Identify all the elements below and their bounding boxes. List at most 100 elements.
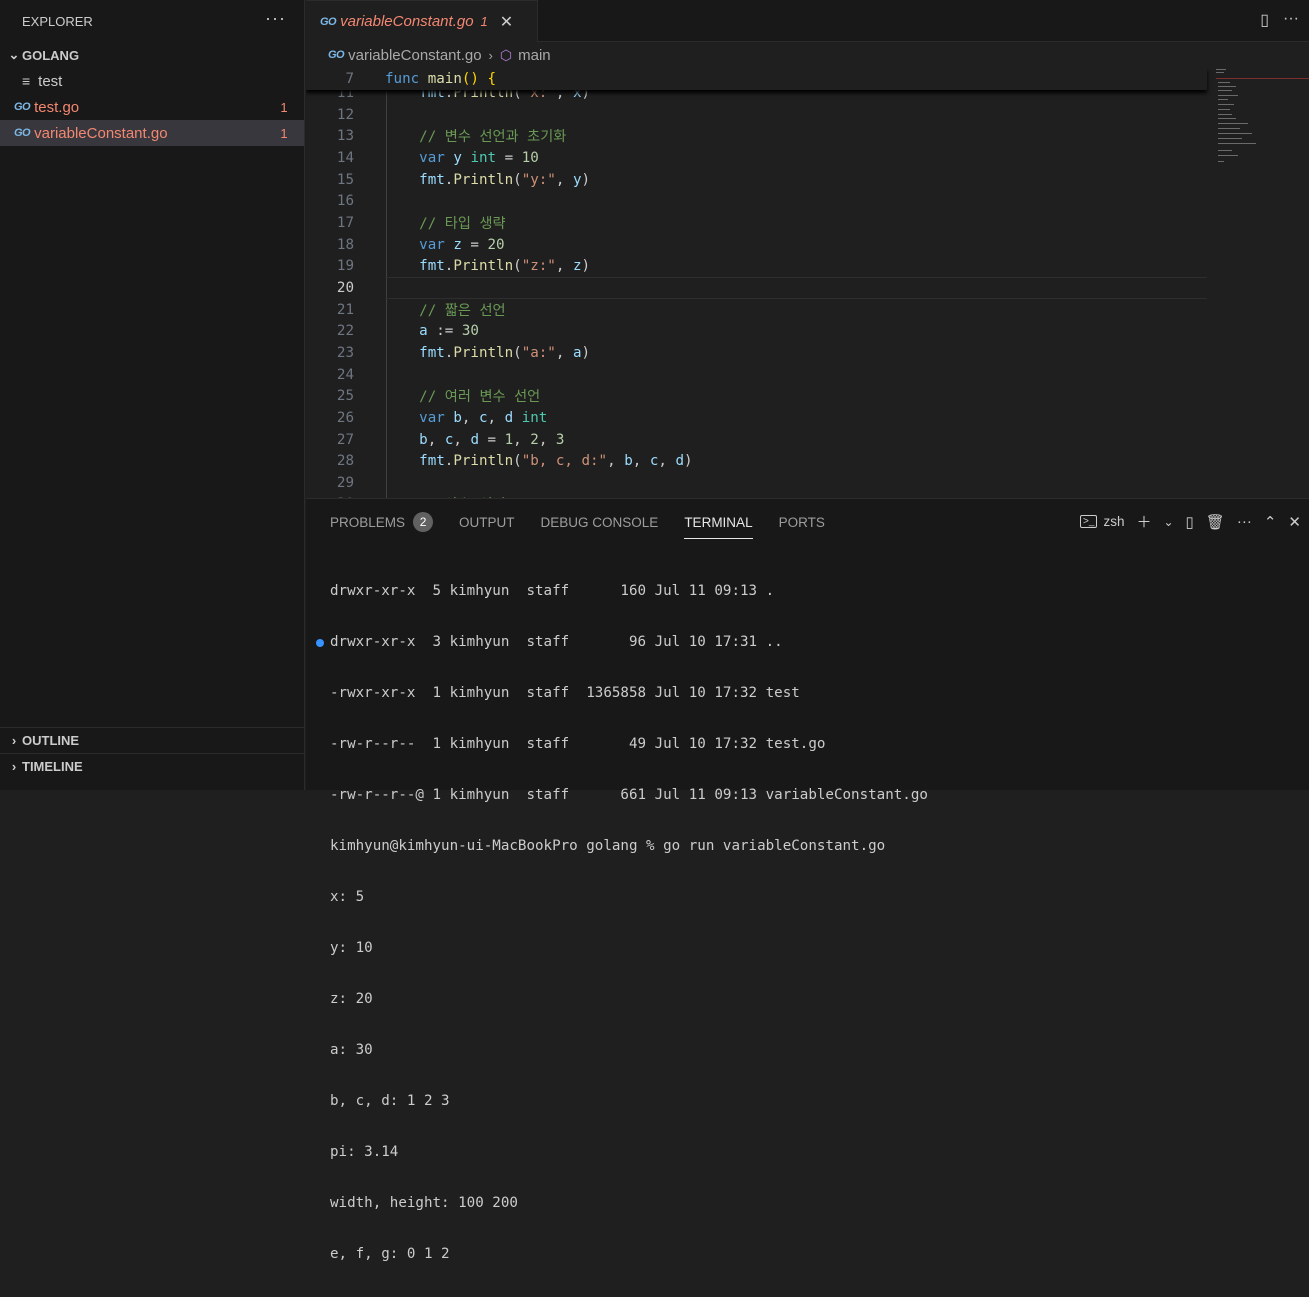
line-number: 19 (336, 257, 354, 274)
tab-output[interactable]: OUTPUT (459, 511, 515, 533)
line-number: 7 (345, 70, 354, 87)
chevron-right-icon: › (11, 759, 17, 774)
line-number: 24 (336, 366, 354, 383)
error-count-badge: 1 (280, 99, 288, 115)
editor-line: 17 // 타입 생략 (306, 212, 1309, 234)
terminal-line: width, height: 100 200 (330, 1195, 518, 1211)
code-line: // 여러 변수 선언 (385, 388, 541, 405)
bottom-panel: PROBLEMS 2 OUTPUT DEBUG CONSOLE TERMINAL… (306, 498, 1309, 1262)
chevron-right-icon: › (11, 733, 17, 748)
go-file-icon: GO (14, 101, 31, 113)
split-editor-icon[interactable]: ▯ (1260, 10, 1269, 30)
file-item-test-go[interactable]: GO test.go 1 (0, 94, 304, 120)
panel-tabs: PROBLEMS 2 OUTPUT DEBUG CONSOLE TERMINAL… (330, 511, 825, 539)
code-line: a := 30 (419, 322, 479, 339)
editor-line: 13 // 변수 선언과 초기화 (306, 125, 1309, 147)
terminal-shell-selector[interactable]: >_ zsh (1080, 514, 1124, 529)
terminal-output[interactable]: drwxr-xr-x 5 kimhyun staff 160 Jul 11 09… (330, 549, 928, 1297)
more-actions-icon[interactable]: ··· (1237, 513, 1252, 530)
editor-tab-bar: GO variableConstant.go 1 ✕ ▯ ··· (306, 0, 1309, 42)
code-line: // 타입 생략 (385, 215, 506, 232)
code-line: fmt.Println("y:", y) (419, 171, 591, 188)
tab-problem-count: 1 (480, 14, 488, 29)
code-line: var z = 20 (419, 236, 505, 253)
trash-icon[interactable]: 🗑 (1206, 513, 1225, 531)
editor-line-current: 20 (306, 277, 1309, 299)
panel-actions: >_ zsh ＋ ⌄ ▯ 🗑 ··· ⌃ ✕ (1080, 511, 1301, 532)
code-line: b, c, d = 1, 2, 3 (419, 431, 565, 448)
terminal-line: x: 5 (330, 889, 365, 905)
tab-ports[interactable]: PORTS (779, 511, 825, 533)
more-actions-icon[interactable]: ··· (265, 8, 286, 29)
more-actions-icon[interactable]: ··· (1283, 10, 1299, 30)
editor-line: 16 (306, 190, 1309, 212)
line-number: 13 (336, 127, 354, 144)
outline-section[interactable]: › OUTLINE (0, 727, 305, 753)
tab-label: variableConstant.go (340, 13, 474, 30)
line-number: 28 (336, 452, 354, 469)
line-number: 25 (336, 387, 354, 404)
timeline-section[interactable]: › TIMELINE (0, 753, 305, 779)
tab-label: PROBLEMS (330, 514, 406, 530)
new-terminal-icon[interactable]: ＋ (1136, 511, 1151, 532)
command-success-dot (316, 639, 324, 647)
editor-line: 23 fmt.Println("a:", a) (306, 342, 1309, 364)
line-number: 17 (336, 214, 354, 231)
line-number: 27 (336, 431, 354, 448)
code-line: fmt.Println("z:", z) (419, 257, 591, 274)
editor-line: 25 // 여러 변수 선언 (306, 385, 1309, 407)
tab-variableconstant-go[interactable]: GO variableConstant.go 1 ✕ (306, 0, 538, 42)
line-number: 14 (336, 149, 354, 166)
code-line: func main() { (385, 70, 497, 87)
terminal-line: -rw-r--r-- 1 kimhyun staff 49 Jul 10 17:… (330, 736, 826, 752)
tab-terminal[interactable]: TERMINAL (684, 511, 753, 539)
go-file-icon: GO (328, 49, 345, 61)
go-file-icon: GO (14, 127, 31, 139)
line-number: 29 (336, 474, 354, 491)
close-icon[interactable]: ✕ (500, 12, 513, 32)
timeline-label: TIMELINE (22, 759, 83, 774)
folder-golang[interactable]: ⌄ GOLANG (0, 42, 304, 68)
breadcrumb-symbol[interactable]: main (518, 47, 551, 64)
editor-line: 22 a := 30 (306, 320, 1309, 342)
breadcrumb-file[interactable]: variableConstant.go (348, 47, 481, 64)
go-file-icon: GO (320, 15, 337, 28)
line-number: 21 (336, 301, 354, 318)
close-panel-icon[interactable]: ✕ (1288, 513, 1301, 531)
tab-problems[interactable]: PROBLEMS 2 (330, 511, 434, 533)
line-number: 16 (336, 192, 354, 209)
code-editor[interactable]: 7 func main() { 11 fmt.Println("x:", x) … (306, 68, 1309, 498)
editor-line: 29 (306, 472, 1309, 494)
folder-name: GOLANG (22, 47, 80, 63)
editor-line: 19 fmt.Println("z:", z) (306, 255, 1309, 277)
code-line: // 변수 선언과 초기화 (385, 128, 567, 145)
binary-file-icon: ≡ (22, 73, 31, 89)
file-item-test[interactable]: ≡ test (0, 68, 304, 94)
tab-debug-console[interactable]: DEBUG CONSOLE (541, 511, 659, 533)
editor-line: 18 var z = 20 (306, 234, 1309, 256)
maximize-panel-icon[interactable]: ⌃ (1264, 513, 1277, 531)
outline-label: OUTLINE (22, 733, 80, 748)
sticky-scroll-header[interactable]: 7 func main() { (306, 68, 1207, 90)
file-item-variableconstant-go[interactable]: GO variableConstant.go 1 (0, 120, 304, 146)
tab-label: OUTPUT (459, 514, 515, 530)
tab-label: TERMINAL (684, 514, 753, 530)
editor-line: 21 // 짧은 선언 (306, 299, 1309, 321)
file-label: variableConstant.go (34, 124, 168, 142)
shell-name: zsh (1103, 514, 1125, 529)
file-label: test (38, 72, 63, 90)
split-terminal-icon[interactable]: ▯ (1186, 513, 1194, 531)
editor-line: 28 fmt.Println("b, c, d:", b, c, d) (306, 450, 1309, 472)
breadcrumb: GO variableConstant.go › ⬡ main (306, 42, 1309, 68)
error-count-badge: 1 (280, 125, 288, 141)
chevron-down-icon[interactable]: ⌄ (1163, 515, 1173, 529)
terminal-line: -rwxr-xr-x 1 kimhyun staff 1365858 Jul 1… (330, 685, 800, 701)
editor-line: 26 var b, c, d int (306, 407, 1309, 429)
terminal-line: y: 10 (330, 940, 373, 956)
tab-label: DEBUG CONSOLE (540, 514, 659, 530)
chevron-right-icon: › (488, 47, 493, 63)
terminal-line: drwxr-xr-x 3 kimhyun staff 96 Jul 10 17:… (330, 634, 783, 650)
line-number: 23 (336, 344, 354, 361)
chevron-down-icon: ⌄ (8, 47, 20, 62)
terminal-line: b, c, d: 1 2 3 (330, 1093, 450, 1109)
